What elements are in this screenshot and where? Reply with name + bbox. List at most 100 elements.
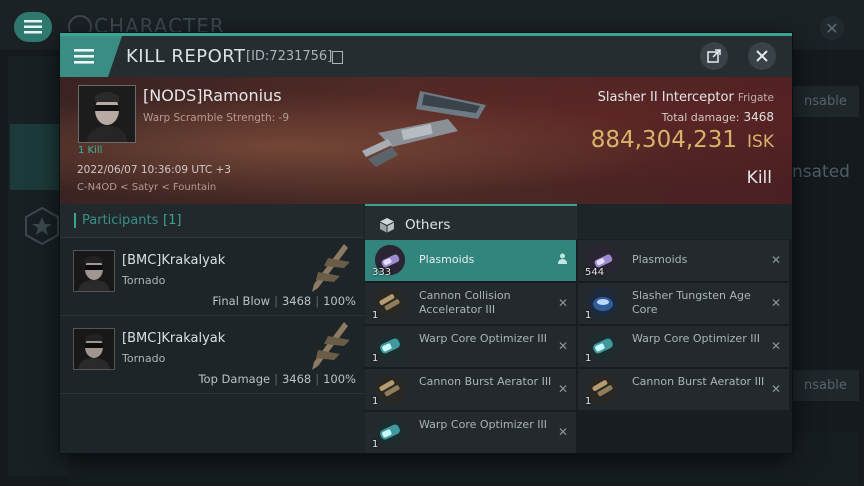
close-icon[interactable]: ✕ — [558, 425, 568, 439]
background-menu-button[interactable] — [14, 12, 52, 42]
item-name: Slasher Tungsten Age Core — [632, 289, 751, 316]
total-damage: Total damage: 3468 — [662, 110, 774, 124]
participants-header[interactable]: Participants [1] — [60, 204, 364, 238]
kill-datetime: 2022/06/07 10:36:09 UTC +3 — [77, 164, 231, 176]
warp-core-icon — [375, 417, 405, 447]
others-panel: Others 333 Plasmoids 544 Plasmoids ✕ 1 C… — [365, 204, 792, 453]
close-icon[interactable]: ✕ — [558, 339, 568, 353]
background-sidebar — [8, 56, 68, 476]
close-icon[interactable]: ✕ — [771, 253, 781, 267]
participants-header-marker — [74, 213, 76, 228]
item-slot[interactable]: 1 Warp Core Optimizer III ✕ — [578, 326, 789, 367]
isk-unit: ISK — [747, 132, 774, 152]
item-slot[interactable]: 1 Warp Core Optimizer III ✕ — [365, 412, 576, 453]
participant-ship-icon — [312, 244, 350, 292]
close-icon[interactable]: ✕ — [771, 382, 781, 396]
participant-percent: 100% — [323, 372, 356, 386]
participant-name: [BMC]Krakalyak — [122, 253, 226, 268]
warp-core-icon — [588, 331, 618, 361]
others-title: Others — [405, 217, 451, 233]
victim-ship-icon — [362, 91, 486, 167]
item-slot[interactable]: 544 Plasmoids ✕ — [578, 240, 789, 281]
item-name: Plasmoids — [419, 253, 475, 266]
item-name: Warp Core Optimizer III — [419, 332, 547, 345]
modal-menu-button[interactable] — [60, 36, 108, 77]
kill-report-modal: KILL REPORT [ID:7231756] 1 Kill [NODS]Ra… — [60, 33, 792, 453]
item-slot[interactable]: 1 Cannon Collision Accelerator III ✕ — [365, 283, 576, 324]
participants-header-label: Participants — [82, 213, 159, 228]
participant-name: [BMC]Krakalyak — [122, 331, 226, 346]
result-label: Kill — [746, 168, 772, 188]
kill-count-tag: 1 Kill — [78, 145, 103, 156]
share-button[interactable] — [700, 42, 728, 70]
item-slot[interactable]: 333 Plasmoids — [365, 240, 576, 281]
victim-portrait[interactable] — [78, 85, 136, 143]
item-quantity: 1 — [372, 396, 379, 407]
victim-name[interactable]: [NODS]Ramonius — [143, 86, 282, 105]
item-quantity: 1 — [372, 353, 379, 364]
isk-value: 884,304,231 ISK — [591, 127, 774, 153]
item-slot[interactable]: 1 Cannon Burst Aerator III ✕ — [578, 369, 789, 410]
item-slot[interactable]: 1 Slasher Tungsten Age Core ✕ — [578, 283, 789, 324]
item-quantity: 333 — [372, 267, 392, 278]
item-name: Warp Core Optimizer III — [419, 418, 547, 431]
module-icon — [588, 374, 618, 404]
copy-icon[interactable] — [332, 51, 343, 64]
participant-row[interactable]: [BMC]Krakalyak Tornado Final Blow | 3468 | 1… — [60, 238, 364, 316]
item-quantity: 1 — [585, 396, 592, 407]
item-slot[interactable]: 1 Cannon Burst Aerator III ✕ — [365, 369, 576, 410]
total-damage-label: Total damage: — [661, 111, 740, 124]
participants-count: [1] — [163, 213, 182, 228]
participant-stats: Final Blow | 3468 | 100% — [212, 294, 356, 308]
close-icon[interactable]: ✕ — [558, 382, 568, 396]
tab-others[interactable]: Others — [365, 204, 577, 241]
item-quantity: 544 — [585, 267, 605, 278]
item-name: Warp Core Optimizer III — [632, 332, 760, 345]
participant-role: Final Blow — [212, 294, 271, 308]
participant-ship: Tornado — [122, 352, 166, 365]
kill-location[interactable]: C-N4OD < Satyr < Fountain — [77, 182, 216, 193]
total-damage-value: 3468 — [743, 110, 774, 124]
person-icon[interactable] — [557, 253, 568, 267]
close-icon[interactable]: ✕ — [771, 339, 781, 353]
item-quantity: 1 — [372, 310, 379, 321]
participant-ship: Tornado — [122, 274, 166, 287]
close-icon[interactable]: ✕ — [558, 296, 568, 310]
victim-ship[interactable]: Slasher II Interceptor Frigate — [598, 90, 774, 105]
victim-panel: 1 Kill [NODS]Ramonius Warp Scramble Stre… — [60, 77, 792, 204]
participant-percent: 100% — [323, 294, 356, 308]
participant-ship-icon — [312, 322, 350, 370]
external-link-icon — [707, 49, 721, 63]
others-header-spacer — [577, 204, 792, 239]
warp-scramble-strength: Warp Scramble Strength: -9 — [143, 112, 290, 124]
menu-icon — [74, 49, 94, 64]
background-text: nsated — [792, 162, 850, 182]
kill-id: [ID:7231756] — [246, 49, 333, 64]
item-quantity: 1 — [585, 353, 592, 364]
close-icon[interactable]: ✕ — [771, 296, 781, 310]
item-quantity: 1 — [585, 310, 592, 321]
menu-icon — [24, 20, 42, 34]
item-name: Cannon Burst Aerator III — [419, 375, 552, 388]
modal-header: KILL REPORT [ID:7231756] — [60, 36, 792, 77]
star-icon[interactable] — [22, 206, 62, 246]
participant-portrait — [73, 250, 115, 292]
participant-row[interactable]: [BMC]Krakalyak Tornado Top Damage | 3468 | 1… — [60, 316, 364, 394]
ship-name: Slasher II Interceptor — [597, 90, 734, 105]
participant-damage: 3468 — [281, 372, 312, 386]
module-icon — [375, 288, 405, 318]
isk-amount: 884,304,231 — [590, 127, 738, 153]
background-button-2[interactable]: nsable — [792, 370, 859, 401]
background-sidebar-item-combat[interactable] — [10, 124, 66, 190]
background-close-button[interactable]: ✕ — [820, 16, 844, 40]
participant-portrait — [73, 328, 115, 370]
close-button[interactable] — [748, 42, 776, 70]
ship-class: Frigate — [737, 92, 774, 104]
item-name: Cannon Collision Accelerator III — [419, 289, 511, 316]
background-button-1[interactable]: nsable — [792, 86, 859, 117]
item-slot[interactable]: 1 Warp Core Optimizer III ✕ — [365, 326, 576, 367]
cube-icon — [380, 218, 394, 233]
warp-core-icon — [375, 331, 405, 361]
menu-wedge — [108, 36, 122, 77]
participant-stats: Top Damage | 3468 | 100% — [198, 372, 356, 386]
